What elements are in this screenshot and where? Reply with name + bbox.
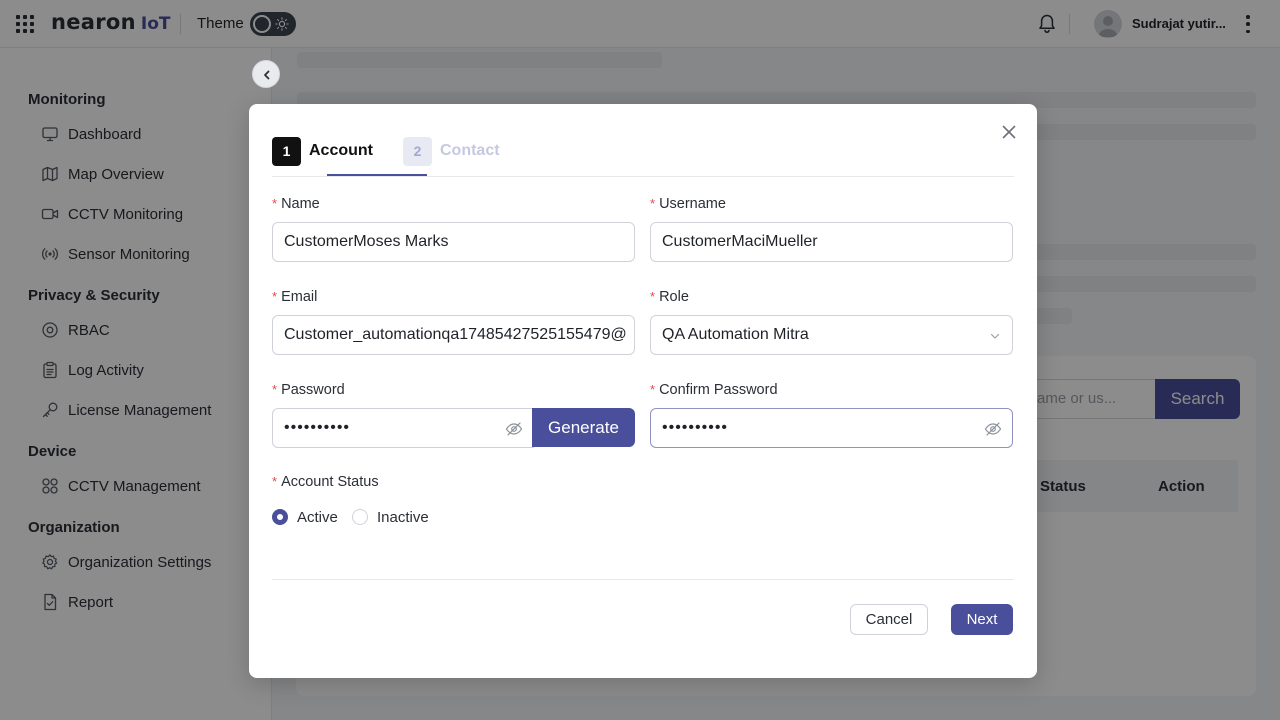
role-label: * Role (650, 289, 689, 305)
radio-circle (352, 509, 368, 525)
email-value: Customer_automationqa17485427525155479@ (284, 326, 627, 343)
account-status-label: * Account Status (272, 474, 379, 490)
status-inactive-radio[interactable]: Inactive (352, 508, 429, 526)
confirm-password-label: * Confirm Password (650, 382, 778, 398)
step-number: 2 (403, 136, 432, 166)
eye-off-icon[interactable] (505, 420, 523, 438)
status-active-radio[interactable]: Active (272, 508, 338, 526)
active-step-indicator (327, 174, 427, 176)
radio-circle (272, 509, 288, 525)
name-value: CustomerMoses Marks (284, 233, 449, 250)
stepper: 1 Account 2 Contact (272, 136, 1014, 177)
password-value: •••••••••• (284, 419, 351, 436)
password-label: * Password (272, 382, 345, 398)
name-field[interactable]: CustomerMoses Marks (272, 222, 635, 262)
step-account[interactable]: 1 Account (272, 136, 373, 166)
step-label: Account (309, 142, 373, 159)
username-label: * Username (650, 196, 726, 212)
create-user-modal: 1 Account 2 Contact * Name CustomerMoses … (249, 104, 1037, 678)
chevron-down-icon (990, 333, 1000, 339)
role-select[interactable]: QA Automation Mitra (650, 315, 1013, 355)
confirm-password-field[interactable]: •••••••••• (650, 408, 1013, 448)
eye-off-icon[interactable] (984, 420, 1002, 438)
password-field[interactable]: •••••••••• (272, 408, 534, 448)
email-label: * Email (272, 289, 318, 305)
generate-password-button[interactable]: Generate (532, 408, 635, 447)
cancel-button[interactable]: Cancel (850, 604, 928, 635)
next-button[interactable]: Next (951, 604, 1013, 635)
confirm-password-value: •••••••••• (662, 419, 729, 436)
radio-label: Active (297, 508, 338, 526)
collapse-sidebar-button[interactable] (252, 60, 280, 88)
email-field[interactable]: Customer_automationqa17485427525155479@ (272, 315, 635, 355)
step-contact[interactable]: 2 Contact (403, 136, 500, 166)
step-number: 1 (272, 136, 301, 166)
username-field[interactable]: CustomerMaciMueller (650, 222, 1013, 262)
radio-label: Inactive (377, 508, 429, 526)
step-label: Contact (440, 142, 500, 159)
role-value: QA Automation Mitra (662, 326, 809, 343)
chevron-left-icon (264, 70, 270, 80)
name-label: * Name (272, 196, 320, 212)
username-value: CustomerMaciMueller (662, 233, 818, 250)
divider (272, 579, 1014, 580)
